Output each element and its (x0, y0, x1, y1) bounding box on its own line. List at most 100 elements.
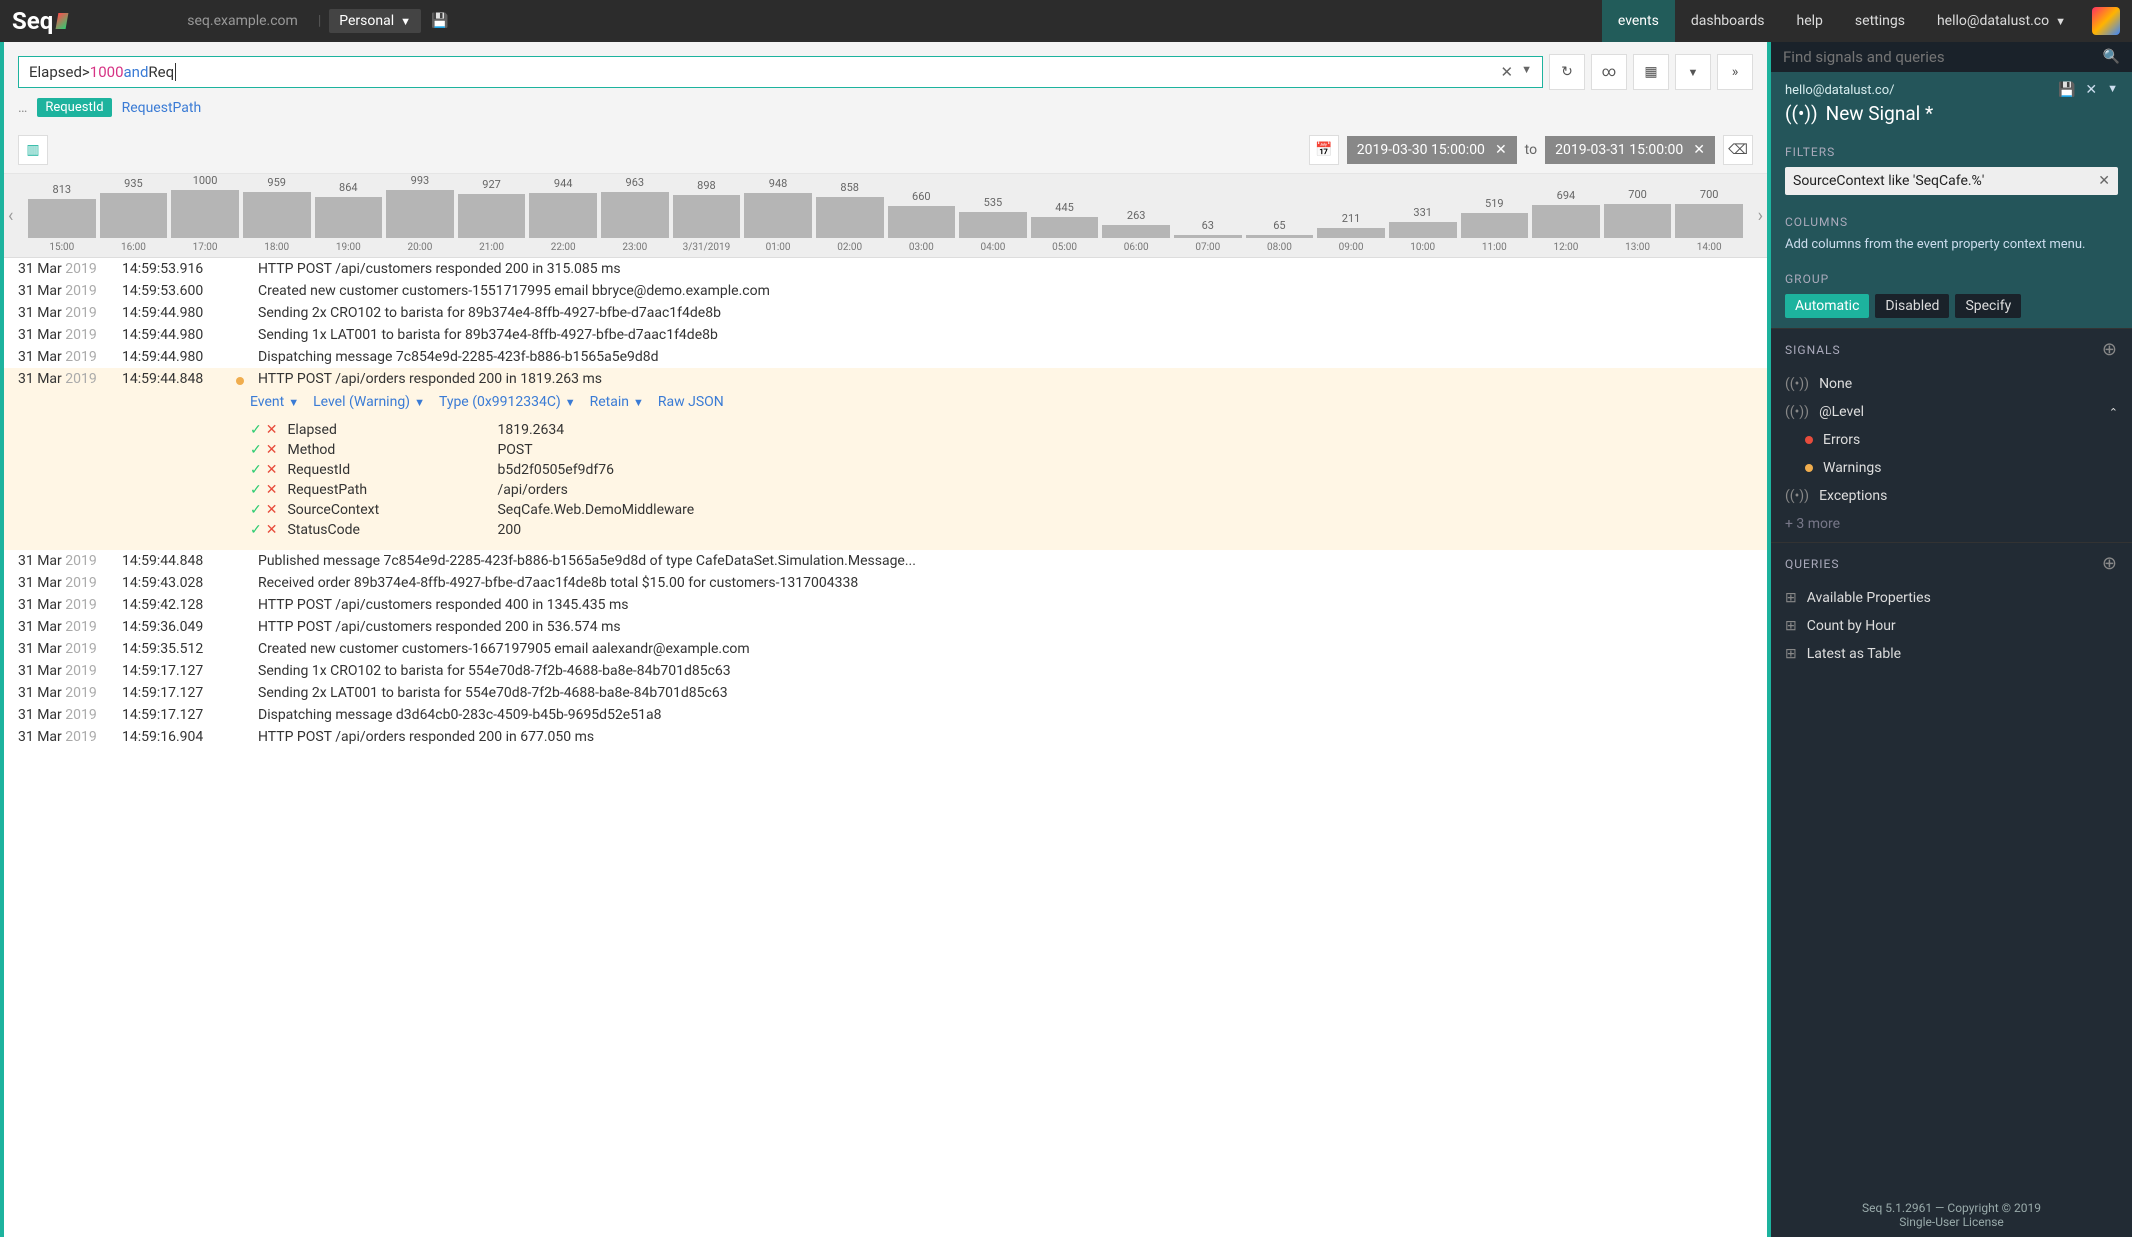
event-row[interactable]: 31 Mar 2019 14:59:43.028 Received order … (4, 572, 1767, 594)
dropdown-button[interactable]: ▼ (1675, 54, 1711, 90)
histogram-bar[interactable]: 700 (1675, 204, 1743, 238)
signal-search[interactable]: 🔍 (1771, 42, 2132, 72)
histogram-prev-button[interactable]: ‹ (8, 205, 13, 226)
histogram-bar[interactable]: 858 (816, 197, 884, 238)
histogram-bar[interactable]: 959 (243, 192, 311, 238)
histogram-next-button[interactable]: › (1758, 205, 1763, 226)
date-from[interactable]: 2019-03-30 15:00:00 ✕ (1347, 136, 1517, 164)
event-row[interactable]: 31 Mar 2019 14:59:36.049 HTTP POST /api/… (4, 616, 1767, 638)
event-row[interactable]: 31 Mar 2019 14:59:17.127 Dispatching mes… (4, 704, 1767, 726)
include-icon[interactable]: ✓ (250, 482, 262, 498)
include-icon[interactable]: ✓ (250, 422, 262, 438)
histogram-bar[interactable]: 927 (458, 194, 526, 238)
exclude-icon[interactable]: ✕ (266, 482, 278, 498)
add-query-button[interactable]: ⊕ (2102, 553, 2118, 574)
workspace-selector[interactable]: Personal ▼ (329, 9, 421, 33)
histogram-bar[interactable]: 519 (1461, 213, 1529, 238)
action-retain[interactable]: Retain ▼ (590, 394, 644, 410)
histogram-bar[interactable]: 944 (529, 193, 597, 238)
chevron-down-icon[interactable]: ▼ (2107, 82, 2118, 98)
avatar[interactable] (2092, 7, 2120, 35)
more-button[interactable]: » (1717, 54, 1753, 90)
histogram-bar[interactable]: 935 (100, 193, 168, 238)
event-row[interactable]: 31 Mar 2019 14:59:44.980 Sending 1x LAT0… (4, 324, 1767, 346)
signal-item[interactable]: ((•))None (1771, 370, 2132, 398)
histogram-bar[interactable]: 700 (1604, 204, 1672, 238)
event-row[interactable]: 31 Mar 2019 14:59:44.980 Dispatching mes… (4, 346, 1767, 368)
event-row[interactable]: 31 Mar 2019 14:59:53.600 Created new cus… (4, 280, 1767, 302)
refresh-button[interactable]: ↻ (1549, 54, 1585, 90)
event-row[interactable]: 31 Mar 2019 14:59:42.128 HTTP POST /api/… (4, 594, 1767, 616)
close-icon[interactable]: ✕ (1495, 142, 1507, 158)
view-grid-button[interactable]: ▦ (1633, 54, 1669, 90)
user-menu[interactable]: hello@datalust.co ▼ (1921, 13, 2082, 29)
add-signal-button[interactable]: ⊕ (2102, 339, 2118, 360)
close-icon[interactable]: ✕ (2098, 173, 2110, 189)
include-icon[interactable]: ✓ (250, 462, 262, 478)
search-icon[interactable]: 🔍 (2103, 49, 2120, 65)
query-item[interactable]: ⊞Count by Hour (1771, 612, 2132, 640)
histogram-bar[interactable]: 993 (386, 190, 454, 238)
histogram-bar[interactable]: 813 (28, 199, 96, 238)
nav-settings[interactable]: settings (1839, 0, 1921, 42)
event-list[interactable]: 31 Mar 2019 14:59:53.916 HTTP POST /api/… (4, 258, 1767, 1237)
histogram-bar[interactable]: 948 (744, 193, 812, 239)
signal-search-input[interactable] (1783, 48, 2103, 66)
chip-requestid[interactable]: RequestId (37, 98, 111, 117)
histogram-bar[interactable]: 1000 (171, 190, 239, 238)
histogram-bar[interactable]: 263 (1102, 225, 1170, 238)
action-raw[interactable]: Raw JSON (658, 394, 724, 410)
histogram-bar[interactable]: 535 (959, 212, 1027, 238)
event-row[interactable]: 31 Mar 2019 14:59:17.127 Sending 1x CRO1… (4, 660, 1767, 682)
event-row[interactable]: 31 Mar 2019 14:59:35.512 Created new cus… (4, 638, 1767, 660)
close-icon[interactable]: ✕ (1693, 142, 1705, 158)
event-row[interactable]: 31 Mar 2019 14:59:44.848 Published messa… (4, 550, 1767, 572)
action-level[interactable]: Level (Warning) ▼ (313, 394, 425, 410)
histogram-bar[interactable]: 445 (1031, 217, 1099, 238)
exclude-icon[interactable]: ✕ (266, 422, 278, 438)
chips-ellipsis[interactable]: … (18, 100, 27, 116)
save-icon[interactable]: 💾 (431, 13, 448, 29)
signal-child[interactable]: Errors (1771, 426, 2132, 454)
event-row[interactable]: 31 Mar 2019 14:59:53.916 HTTP POST /api/… (4, 258, 1767, 280)
group-disabled[interactable]: Disabled (1875, 294, 1949, 318)
signal-child[interactable]: Warnings (1771, 454, 2132, 482)
date-to[interactable]: 2019-03-31 15:00:00 ✕ (1545, 136, 1715, 164)
query-item[interactable]: ⊞Latest as Table (1771, 640, 2132, 668)
histogram-bar[interactable]: 65 (1246, 235, 1314, 238)
group-automatic[interactable]: Automatic (1785, 294, 1869, 318)
chevron-up-icon[interactable]: ⌃ (2109, 406, 2118, 419)
nav-events[interactable]: events (1602, 0, 1675, 42)
group-specify[interactable]: Specify (1955, 294, 2021, 318)
event-row[interactable]: 31 Mar 2019 14:59:44.848 HTTP POST /api/… (4, 368, 1767, 390)
action-event[interactable]: Event ▼ (250, 394, 299, 410)
filter-item[interactable]: SourceContext like 'SeqCafe.%' ✕ (1785, 167, 2118, 195)
histogram-bar[interactable]: 63 (1174, 235, 1242, 238)
clear-icon[interactable]: ✕ (1501, 63, 1514, 81)
histogram-bar[interactable]: 963 (601, 192, 669, 238)
signals-more[interactable]: + 3 more (1771, 510, 2132, 542)
include-icon[interactable]: ✓ (250, 522, 262, 538)
histogram-bar[interactable]: 694 (1532, 205, 1600, 238)
exclude-icon[interactable]: ✕ (266, 462, 278, 478)
signal-item[interactable]: ((•))Exceptions (1771, 482, 2132, 510)
histogram-bar[interactable]: 331 (1389, 222, 1457, 238)
chart-toggle-button[interactable]: ▥ (18, 135, 48, 165)
nav-dashboards[interactable]: dashboards (1675, 0, 1781, 42)
histogram-bar[interactable]: 660 (888, 206, 956, 238)
query-item[interactable]: ⊞Available Properties (1771, 584, 2132, 612)
event-row[interactable]: 31 Mar 2019 14:59:16.904 HTTP POST /api/… (4, 726, 1767, 748)
calendar-button[interactable]: 📅 (1309, 135, 1339, 165)
save-icon[interactable]: 💾 (2058, 82, 2075, 98)
histogram-bar[interactable]: 898 (673, 195, 741, 238)
include-icon[interactable]: ✓ (250, 502, 262, 518)
nav-help[interactable]: help (1781, 0, 1839, 42)
action-type[interactable]: Type (0x9912334C) ▼ (439, 394, 576, 410)
exclude-icon[interactable]: ✕ (266, 442, 278, 458)
close-icon[interactable]: ✕ (2085, 82, 2097, 98)
search-input[interactable]: Elapsed > 1000 and Req ✕ ▼ (18, 56, 1543, 88)
event-row[interactable]: 31 Mar 2019 14:59:17.127 Sending 2x LAT0… (4, 682, 1767, 704)
include-icon[interactable]: ✓ (250, 442, 262, 458)
histogram-bar[interactable]: 211 (1317, 228, 1385, 238)
chip-link-requestpath[interactable]: RequestPath (122, 100, 202, 116)
